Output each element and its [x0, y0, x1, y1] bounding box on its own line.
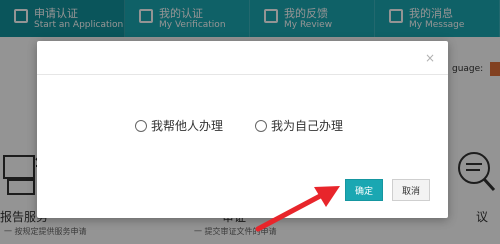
radio-label: 我为自己办理	[271, 119, 344, 133]
dialog-divider	[37, 74, 448, 75]
radio-apply-for-others[interactable]: 我帮他人办理	[135, 117, 223, 134]
radio-label: 我帮他人办理	[151, 119, 224, 133]
red-arrow-annotation	[255, 186, 340, 232]
radio-circle[interactable]	[135, 119, 147, 132]
close-icon[interactable]: ×	[425, 51, 435, 65]
applicant-type-dialog: × 我帮他人办理 我为自己办理 确定 取消	[37, 41, 448, 218]
cancel-button[interactable]: 取消	[392, 179, 430, 201]
radio-apply-for-self[interactable]: 我为自己办理	[255, 117, 343, 134]
confirm-button[interactable]: 确定	[345, 179, 383, 201]
radio-circle[interactable]	[255, 119, 267, 132]
